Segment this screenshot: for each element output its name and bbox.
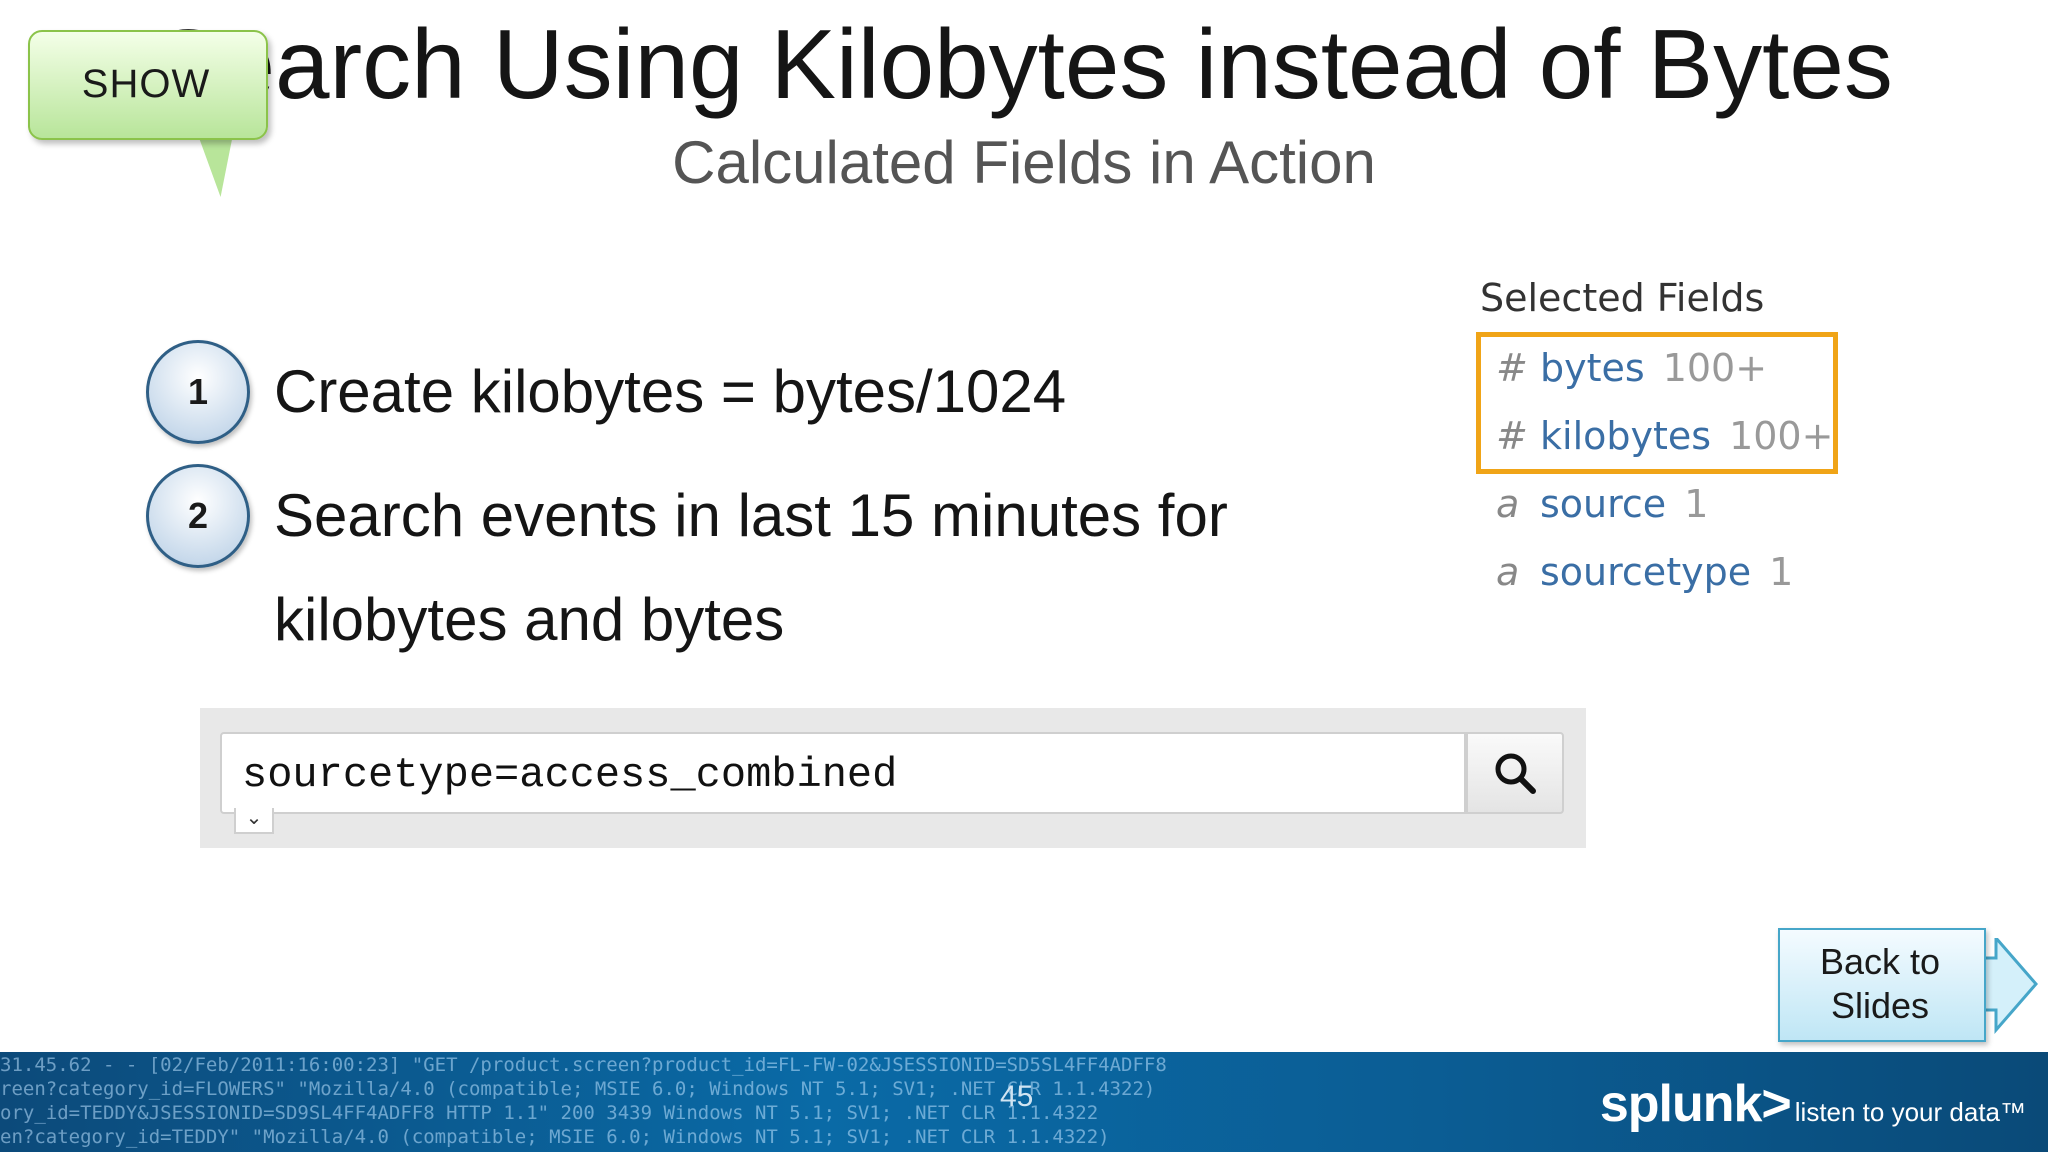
string-type-icon: a	[1496, 550, 1520, 594]
log-line: reen?category_id=FLOWERS" "Mozilla/4.0 (…	[0, 1078, 1156, 1100]
step-1: 1 Create kilobytes = bytes/1024	[146, 340, 1354, 444]
step-number-badge: 2	[146, 464, 250, 568]
slide-title: Search Using Kilobytes instead of Bytes	[155, 9, 1893, 119]
field-count: 1	[1684, 482, 1709, 526]
step-text: Create kilobytes = bytes/1024	[274, 358, 1067, 425]
log-line: 31.45.62 - - [02/Feb/2011:16:00:23] "GET…	[0, 1054, 1167, 1076]
selected-fields-heading: Selected Fields	[1480, 276, 1765, 320]
string-type-icon: a	[1496, 482, 1520, 526]
splunk-logo: splunk> listen to your data™	[1600, 1074, 2026, 1134]
highlight-box	[1476, 332, 1838, 474]
slide-subtitle: Calculated Fields in Action	[672, 129, 1376, 196]
step-2: 2 Search events in last 15 minutes for k…	[146, 464, 1314, 672]
back-to-slides-button[interactable]: Back to Slides	[1778, 928, 2038, 1042]
page-number: 45	[1000, 1080, 1034, 1113]
field-name: sourcetype	[1540, 550, 1752, 594]
show-button[interactable]: SHOW	[28, 30, 268, 198]
back-button-label: Back to Slides	[1819, 941, 1941, 1026]
brand-name: splunk>	[1599, 1075, 1792, 1133]
step-number-badge: 1	[146, 340, 250, 444]
brand-tagline: listen to your data™	[1794, 1097, 2026, 1127]
arrow-right-icon	[1984, 938, 2038, 1034]
selected-fields-panel: Selected Fields # bytes 100+ # kilobytes…	[1476, 276, 1860, 606]
chevron-down-icon[interactable]: ⌄	[234, 808, 274, 834]
search-button[interactable]	[1466, 732, 1564, 814]
log-line: ory_id=TEDDY&JSESSIONID=SD9SL4FF4ADFF8 H…	[0, 1102, 1099, 1124]
step-text: Search events in last 15 minutes for kil…	[274, 482, 1228, 653]
field-count: 1	[1769, 550, 1794, 594]
log-line: en?category_id=TEDDY" "Mozilla/4.0 (comp…	[0, 1126, 1110, 1148]
search-input[interactable]: sourcetype=access_combined	[220, 732, 1466, 814]
search-bar-panel: sourcetype=access_combined ⌄	[200, 708, 1586, 848]
field-item-sourcetype[interactable]: a sourcetype 1	[1480, 538, 1860, 606]
footer-bar: 31.45.62 - - [02/Feb/2011:16:00:23] "GET…	[0, 1052, 2048, 1152]
show-button-label: SHOW	[81, 62, 211, 106]
field-name: source	[1540, 482, 1667, 526]
field-item-source[interactable]: a source 1	[1480, 470, 1860, 538]
search-icon	[1495, 753, 1536, 794]
